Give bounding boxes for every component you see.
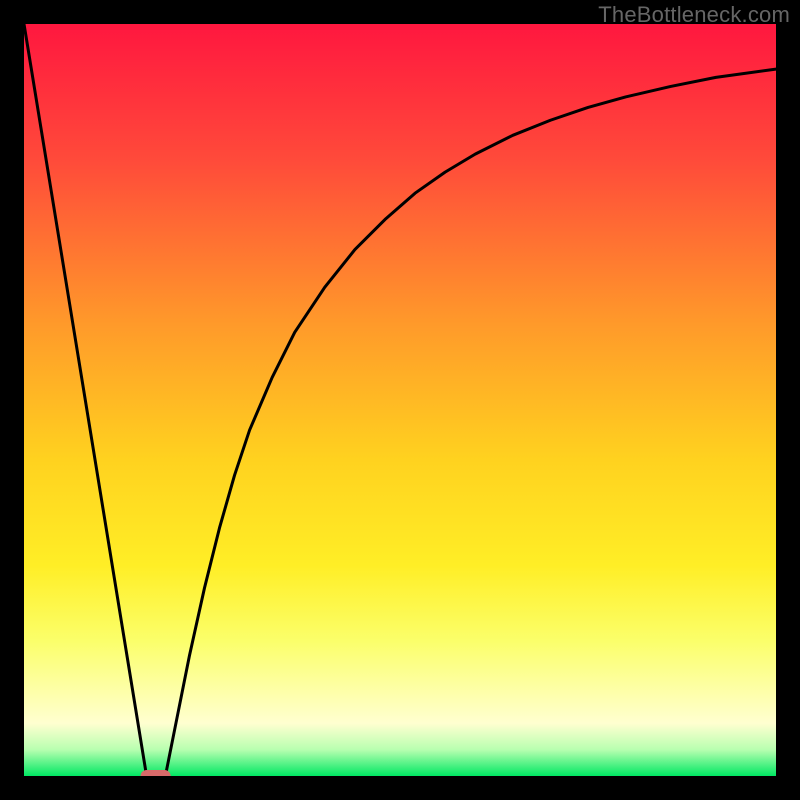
gradient-background — [24, 24, 776, 776]
chart-svg — [24, 24, 776, 776]
chart-frame: TheBottleneck.com — [0, 0, 800, 800]
min-marker — [141, 770, 171, 776]
watermark-text: TheBottleneck.com — [598, 2, 790, 28]
plot-area — [24, 24, 776, 776]
marker-group — [141, 770, 171, 776]
